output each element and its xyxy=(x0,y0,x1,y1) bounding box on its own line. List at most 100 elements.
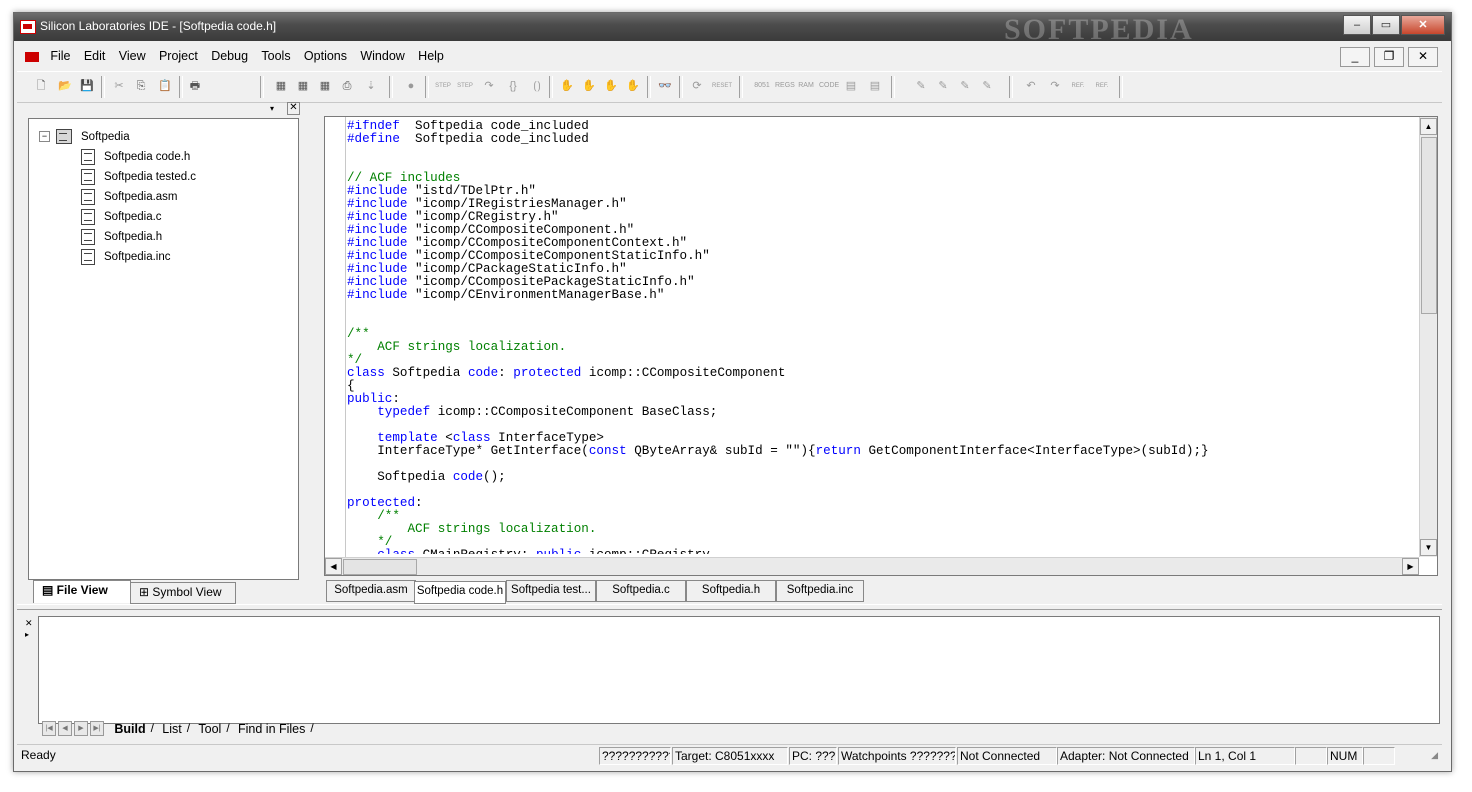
menu-window[interactable]: Window xyxy=(355,46,409,66)
editor-tab-active[interactable]: Softpedia code.h xyxy=(414,581,506,604)
code-line[interactable] xyxy=(347,146,1409,159)
code-editor[interactable]: #ifndef Softpedia code_included #define S… xyxy=(324,116,1438,576)
ref-forward-icon[interactable]: REF. xyxy=(1093,78,1111,94)
download-arrow-icon[interactable]: ⇣ xyxy=(363,78,379,94)
code-line[interactable] xyxy=(347,315,1409,328)
tree-file[interactable]: Softpedia.h xyxy=(39,227,196,247)
editor-tab[interactable]: Softpedia.inc xyxy=(776,580,864,602)
multiple-step-icon[interactable]: ⟮⟯ xyxy=(529,78,545,94)
code-memory-icon[interactable]: CODE xyxy=(819,78,839,94)
registers-icon[interactable]: REGS xyxy=(775,78,795,94)
prev-tab-icon[interactable]: ◀ xyxy=(58,721,72,737)
code-line[interactable]: #define Softpedia code_included xyxy=(347,133,1409,146)
code-line[interactable]: ACF strings localization. xyxy=(347,523,1409,536)
menu-debug[interactable]: Debug xyxy=(206,46,253,66)
debug-tool-icon[interactable]: ✎ xyxy=(913,78,929,94)
collapse-icon[interactable]: − xyxy=(39,131,50,143)
remove-breakpoints-icon[interactable]: ✋ xyxy=(625,78,641,94)
breakpoint-hand-icon[interactable]: ✋ xyxy=(581,78,597,94)
step-icon[interactable]: STEP xyxy=(435,78,451,94)
tab-build[interactable]: Build xyxy=(109,722,150,736)
vertical-scrollbar[interactable]: ▲ ▼ xyxy=(1419,117,1437,557)
tab-file-view[interactable]: ▤ File View xyxy=(33,580,131,603)
close-button[interactable]: ✕ xyxy=(1401,15,1445,35)
mdi-restore-button[interactable]: ❐ xyxy=(1374,47,1404,67)
ram-icon[interactable]: RAM xyxy=(797,78,815,94)
menu-options[interactable]: Options xyxy=(299,46,352,66)
menu-help[interactable]: Help xyxy=(413,46,449,66)
scroll-right-icon[interactable]: ▶ xyxy=(1402,558,1419,575)
code-line[interactable] xyxy=(347,159,1409,172)
code-line[interactable]: protected: xyxy=(347,497,1409,510)
tab-list[interactable]: List xyxy=(157,722,186,736)
panel-close-icon[interactable]: ✕ xyxy=(287,102,300,115)
code-line[interactable] xyxy=(347,484,1409,497)
watch-window-icon[interactable]: ▤ xyxy=(867,78,883,94)
mdi-minimize-button[interactable]: _ xyxy=(1340,47,1370,67)
tab-symbol-view[interactable]: ⊞ Symbol View xyxy=(130,582,236,604)
8051-sfr-icon[interactable]: 8051 xyxy=(753,78,771,94)
code-line[interactable]: class CMainRegistry: public icomp::CRegi… xyxy=(347,549,1409,555)
debug-tool-icon[interactable]: ✎ xyxy=(979,78,995,94)
make-project-icon[interactable]: ▦ xyxy=(295,78,311,94)
code-line[interactable]: { xyxy=(347,380,1409,393)
tree-file[interactable]: Softpedia.inc xyxy=(39,247,196,267)
editor-tab[interactable]: Softpedia test... xyxy=(506,580,596,602)
tab-find-in-files[interactable]: Find in Files xyxy=(233,722,310,736)
vertical-scroll-thumb[interactable] xyxy=(1421,137,1437,314)
editor-tab[interactable]: Softpedia.asm xyxy=(326,580,416,602)
title-bar[interactable]: Silicon Laboratories IDE - [Softpedia co… xyxy=(14,13,1451,46)
code-line[interactable]: ACF strings localization. xyxy=(347,341,1409,354)
insert-breakpoint-icon[interactable]: ✋ xyxy=(603,78,619,94)
debug-tool-icon[interactable]: ✎ xyxy=(935,78,951,94)
editor-tab[interactable]: Softpedia.c xyxy=(596,580,686,602)
menu-view[interactable]: View xyxy=(114,46,151,66)
editor-tab[interactable]: Softpedia.h xyxy=(686,580,776,602)
menu-file[interactable]: File xyxy=(45,46,75,66)
undo-icon[interactable]: ↶ xyxy=(1023,78,1039,94)
tree-file[interactable]: Softpedia.c xyxy=(39,207,196,227)
step-out-icon[interactable]: ↷ xyxy=(481,78,497,94)
last-tab-icon[interactable]: ▶| xyxy=(90,721,104,737)
step-over-icon[interactable]: STEP xyxy=(457,78,473,94)
minimize-button[interactable]: ‒ xyxy=(1343,15,1371,35)
next-tab-icon[interactable]: ▶ xyxy=(74,721,88,737)
first-tab-icon[interactable]: |◀ xyxy=(42,721,56,737)
scroll-down-icon[interactable]: ▼ xyxy=(1420,539,1437,556)
output-pin-icon[interactable]: ▸ xyxy=(25,630,29,639)
download-icon[interactable]: ⎙ xyxy=(339,78,355,94)
copy-icon[interactable]: ⎘ xyxy=(133,78,149,94)
halt-hand-icon[interactable]: ✋ xyxy=(559,78,575,94)
tab-tool[interactable]: Tool xyxy=(193,722,226,736)
tree-file[interactable]: Softpedia tested.c xyxy=(39,167,196,187)
open-folder-icon[interactable]: 📂 xyxy=(57,78,73,94)
resize-grip-icon[interactable]: ◢ xyxy=(1431,750,1438,761)
reset-icon[interactable]: RESET xyxy=(711,78,733,94)
refresh-icon[interactable]: ⟳ xyxy=(689,78,705,94)
code-line[interactable]: class Softpedia code: protected icomp::C… xyxy=(347,367,1409,380)
code-line[interactable]: typedef icomp::CCompositeComponent BaseC… xyxy=(347,406,1409,419)
output-close-icon[interactable]: ✕ xyxy=(25,618,33,629)
ref-back-icon[interactable]: REF. xyxy=(1069,78,1087,94)
scroll-up-icon[interactable]: ▲ xyxy=(1420,118,1437,135)
build-icon[interactable]: ▦ xyxy=(273,78,289,94)
code-line[interactable]: Softpedia code(); xyxy=(347,471,1409,484)
menu-project[interactable]: Project xyxy=(154,46,203,66)
splitter[interactable] xyxy=(17,604,1442,610)
horizontal-scrollbar[interactable]: ◀ ▶ xyxy=(325,557,1419,575)
run-stop-icon[interactable]: ● xyxy=(403,78,419,94)
tree-file[interactable]: Softpedia code.h xyxy=(39,147,196,167)
code-text[interactable]: #ifndef Softpedia code_included #define S… xyxy=(347,120,1409,554)
debug-tool-icon[interactable]: ✎ xyxy=(957,78,973,94)
tree-root[interactable]: − Softpedia xyxy=(39,127,196,147)
scroll-left-icon[interactable]: ◀ xyxy=(325,558,342,575)
rebuild-icon[interactable]: ▦ xyxy=(317,78,333,94)
cut-icon[interactable]: ✂ xyxy=(111,78,127,94)
code-line[interactable] xyxy=(347,302,1409,315)
mdi-close-button[interactable]: ✕ xyxy=(1408,47,1438,67)
panel-pin-icon[interactable]: ▾ xyxy=(270,104,274,113)
save-icon[interactable]: 💾 xyxy=(79,78,95,94)
paste-icon[interactable]: 📋 xyxy=(157,78,173,94)
menu-tools[interactable]: Tools xyxy=(256,46,295,66)
watch-glasses-icon[interactable]: 👓 xyxy=(657,78,673,94)
